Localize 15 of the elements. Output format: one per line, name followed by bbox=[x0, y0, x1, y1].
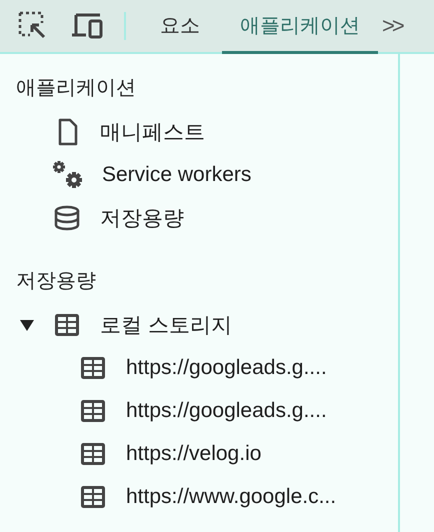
tree-item[interactable]: https://googleads.g.... bbox=[0, 346, 398, 389]
section-heading: 애플리케이션 bbox=[15, 76, 137, 100]
tree-item[interactable]: 로컬 스토리지 bbox=[0, 303, 398, 346]
tree-item[interactable]: https://velog.io bbox=[0, 432, 398, 475]
collapse-triangle-icon[interactable] bbox=[20, 318, 34, 330]
tab[interactable]: 애플리케이션 bbox=[222, 0, 378, 54]
tree-item[interactable]: 매니페스트 bbox=[0, 110, 398, 153]
tree-item[interactable]: https://googleads.g.... bbox=[0, 389, 398, 432]
tree-item[interactable]: https://www.google.c... bbox=[0, 475, 398, 518]
tree-item[interactable]: Service workers bbox=[0, 153, 398, 196]
tree-item[interactable]: 저장용량 bbox=[0, 196, 398, 239]
more-tabs-button[interactable]: >> bbox=[378, 0, 406, 52]
gears-icon bbox=[52, 160, 84, 190]
section-heading: 저장용량 bbox=[15, 268, 97, 294]
tab[interactable]: 요소 bbox=[138, 0, 222, 54]
